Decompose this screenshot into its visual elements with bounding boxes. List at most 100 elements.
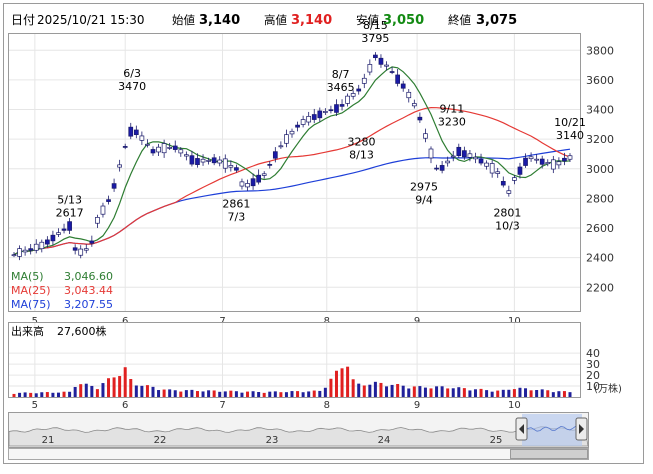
candle <box>439 165 445 171</box>
annotation-price: 3470 <box>118 80 146 93</box>
volume-tick-label: 40 <box>586 347 600 360</box>
annotation-date: 10/21 <box>554 116 586 129</box>
candle <box>22 249 28 253</box>
candle <box>411 103 417 107</box>
volume-bar <box>373 381 377 397</box>
candle <box>117 164 122 168</box>
low-value: 3,050 <box>383 13 424 28</box>
candle <box>184 154 189 157</box>
candle <box>28 248 34 251</box>
candle <box>78 248 84 256</box>
volume-bar <box>390 384 394 397</box>
navigator-right-handle[interactable] <box>575 417 588 441</box>
volume-bar <box>446 388 450 397</box>
price-annotation: 5/132617 <box>56 194 84 220</box>
navigator-label: 25 <box>490 435 503 446</box>
candle <box>50 234 56 242</box>
close-label: 終値 <box>448 13 471 27</box>
candle <box>295 124 300 128</box>
volume-bar <box>362 385 366 397</box>
annotation-date: 5/13 <box>57 194 82 207</box>
annotation-price: 3140 <box>556 129 584 142</box>
volume-bar <box>329 378 333 397</box>
volume-bar <box>457 387 461 397</box>
volume-bar <box>540 389 544 397</box>
ma5-legend-value: 3,046.60 <box>64 270 113 283</box>
date-value: 2025/10/21 15:30 <box>37 13 145 27</box>
volume-bar <box>340 368 344 397</box>
volume-bar <box>385 386 389 397</box>
candle <box>300 119 306 125</box>
volume-bar <box>323 387 327 397</box>
candle <box>512 177 517 181</box>
volume-bar <box>468 390 472 397</box>
annotation-date: 9/11 <box>439 103 464 116</box>
volume-bar <box>296 391 300 397</box>
volume-bar <box>51 392 55 397</box>
volume-bar <box>162 389 166 397</box>
volume-bar <box>268 391 272 397</box>
volume-bar <box>451 388 455 397</box>
candle <box>89 240 95 244</box>
candle <box>523 157 528 166</box>
candle <box>189 155 195 165</box>
volume-bar <box>396 383 400 397</box>
volume-bar <box>568 392 572 397</box>
volume-bar <box>240 392 244 397</box>
candle <box>517 166 523 175</box>
volume-bar <box>557 391 561 397</box>
ma25-legend-label: MA(25) <box>11 284 51 297</box>
candle <box>489 163 495 174</box>
volume-bar <box>118 376 122 397</box>
candle <box>250 178 256 187</box>
candle <box>128 126 134 137</box>
volume-bar <box>368 384 372 397</box>
annotation-date: 7/3 <box>228 210 246 223</box>
volume-bar <box>418 386 422 397</box>
candle <box>195 158 200 165</box>
candle <box>111 183 117 189</box>
navigator-scroll-thumb[interactable] <box>510 449 588 459</box>
volume-bar <box>518 387 522 397</box>
volume-bar <box>68 391 72 397</box>
month-label: 7 <box>219 400 225 411</box>
annotation-date: 9/4 <box>415 194 433 207</box>
volume-bar <box>151 386 155 397</box>
volume-bar <box>84 383 88 397</box>
volume-bar <box>201 391 205 397</box>
volume-bar <box>229 390 233 397</box>
candle <box>267 164 273 166</box>
candle <box>400 83 406 89</box>
annotation-price: 3795 <box>361 32 389 45</box>
close-value: 3,075 <box>476 13 517 28</box>
candle <box>395 74 400 84</box>
candle <box>339 104 345 107</box>
volume-bar <box>140 385 144 397</box>
candle <box>245 183 250 188</box>
candle <box>150 149 156 154</box>
candle <box>289 130 295 135</box>
candle <box>200 158 206 163</box>
annotation-price: 2861 <box>222 197 250 210</box>
candle <box>562 157 567 162</box>
price-annotation: 9/113230 <box>438 103 466 129</box>
candle <box>334 104 339 113</box>
candle <box>500 181 506 186</box>
candle <box>206 160 211 162</box>
candle <box>484 162 489 167</box>
navigator-scrollbar[interactable] <box>8 448 589 460</box>
volume-bar <box>357 383 361 397</box>
volume-bar <box>301 392 305 397</box>
navigator-left-handle[interactable] <box>515 417 528 441</box>
volume-bar <box>56 392 60 397</box>
candle <box>550 159 556 170</box>
volume-bar <box>195 391 199 397</box>
volume-bar <box>262 392 266 397</box>
candle <box>133 129 139 136</box>
volume-bar <box>279 392 283 397</box>
volume-bar <box>290 391 294 397</box>
volume-bar <box>334 370 338 397</box>
volume-bar <box>251 391 255 397</box>
price-tick-label: 2400 <box>586 252 614 265</box>
candle <box>61 228 67 231</box>
